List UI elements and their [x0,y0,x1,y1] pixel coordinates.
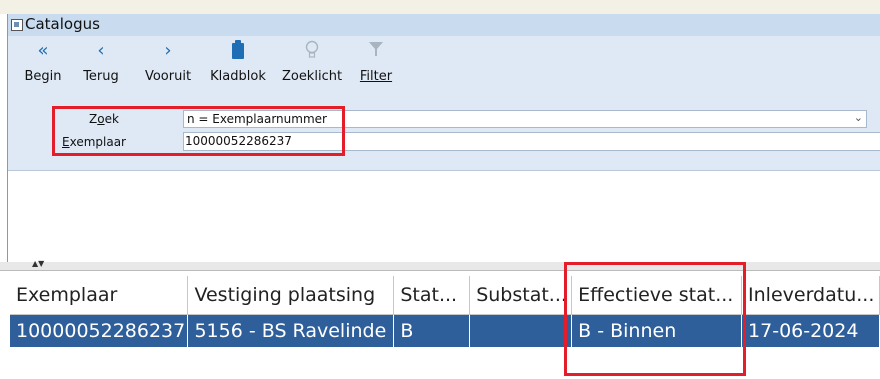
cell-status[interactable]: B [393,314,471,347]
column-header-effectieve-status[interactable]: Effectieve stat... [571,276,743,315]
cell-inleverdatum[interactable]: 17-06-2024 [741,314,880,347]
kladblok-button[interactable]: Kladblok [206,36,270,96]
lightbulb-icon [276,40,348,62]
zoeklicht-label: Zoeklicht [281,69,343,84]
zoek-select[interactable]: n = Exemplaarnummer ⌄ [183,110,867,128]
toolbar: « Begin ‹ Terug › Vooruit Kladblok Zoekl… [8,36,880,108]
column-header-status[interactable]: Stat... [393,276,471,315]
begin-button[interactable]: « Begin [18,36,68,96]
titlebar: Catalogus [8,14,880,36]
column-header-substatus[interactable]: Substat... [469,276,573,315]
exemplaar-row: Exemplaar 10000052286237 [8,130,880,152]
zoek-select-value: n = Exemplaarnummer [187,112,327,126]
kladblok-label: Kladblok [210,69,266,84]
terug-label: Terug [83,69,119,84]
column-header-vestiging[interactable]: Vestiging plaatsing [187,276,395,315]
column-header-exemplaar[interactable]: Exemplaar [10,276,189,315]
exemplaar-input[interactable]: 10000052286237 [183,132,880,151]
clipboard-icon [206,40,270,62]
vooruit-button[interactable]: › Vooruit [136,36,200,96]
exemplaar-grid: Exemplaar Vestiging plaatsing Stat... Su… [10,276,880,347]
terug-button[interactable]: ‹ Terug [74,36,128,96]
zoek-row: Zoek n = Exemplaarnummer ⌄ [8,108,880,130]
chevron-down-icon[interactable]: ⌄ [854,111,863,124]
vooruit-label: Vooruit [144,69,192,84]
exemplaar-label: Exemplaar [62,135,126,149]
right-icon: › [164,40,172,61]
cell-substatus[interactable] [469,314,573,347]
filter-button[interactable]: Filter [354,36,398,96]
cell-effectieve-status[interactable]: B - Binnen [571,314,743,347]
begin-label: Begin [24,69,62,84]
column-header-inleverdatum[interactable]: Inleverdatu... [741,276,880,315]
cell-vestiging[interactable]: 5156 - BS Ravelinde [187,314,395,347]
table-row[interactable]: 10000052286237 5156 - BS Ravelinde B B -… [10,314,880,347]
splitter-arrows-icon: ▲▼ [32,259,45,268]
grid-header-row: Exemplaar Vestiging plaatsing Stat... Su… [10,276,880,315]
catalogus-window: Catalogus « Begin ‹ Terug › Vooruit Klad… [7,14,880,263]
zoek-label: Zoek [89,112,119,126]
zoeklicht-button[interactable]: Zoeklicht [276,36,348,96]
search-panel: Zoek n = Exemplaarnummer ⌄ Exemplaar 100… [8,106,880,170]
window-icon [11,19,23,31]
exemplaar-input-value: 10000052286237 [185,134,292,148]
filter-label: Filter [359,69,393,84]
grid-panel: ▲▼ Exemplaar Vestiging plaatsing Stat...… [0,259,880,379]
results-area [8,170,880,263]
window-title: Catalogus [25,15,100,33]
filter-icon [354,40,398,62]
cell-exemplaar[interactable]: 10000052286237 [10,314,189,347]
splitter[interactable]: ▲▼ [0,259,880,271]
double-left-icon: « [37,40,49,61]
left-icon: ‹ [97,40,105,61]
background-window-strip [0,0,880,14]
